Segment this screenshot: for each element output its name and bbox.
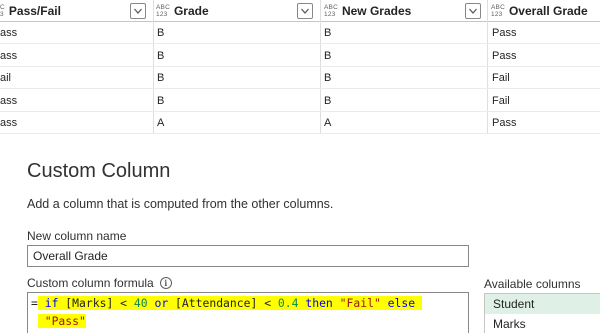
type-any-icon[interactable]: ABC 123: [156, 4, 170, 18]
cell-new-grades[interactable]: B: [324, 90, 484, 112]
column-header-pass-fail[interactable]: C 3 Pass/Fail: [0, 0, 152, 22]
formula-keyword-or: or: [154, 296, 169, 310]
type-any-icon[interactable]: C 3: [0, 4, 5, 18]
formula-line-2[interactable]: "Pass": [31, 313, 86, 329]
formula-equals: =: [31, 296, 38, 310]
custom-formula-label-row: Custom column formula i: [27, 276, 172, 290]
table-row[interactable]: ail B B Fail: [0, 67, 600, 89]
chevron-down-icon: [301, 8, 309, 14]
cell-overall-grade[interactable]: Fail: [492, 67, 600, 89]
type-any-icon[interactable]: ABC 123: [491, 4, 505, 18]
formula-keyword-if: if: [44, 296, 59, 310]
dialog-description: Add a column that is computed from the o…: [27, 197, 334, 211]
chevron-down-icon: [134, 8, 142, 14]
column-header-label: Pass/Fail: [8, 4, 61, 18]
info-icon[interactable]: i: [159, 277, 172, 289]
table-row[interactable]: ass B B Fail: [0, 90, 600, 112]
cell-new-grades[interactable]: A: [324, 112, 484, 134]
column-header-label: Grade: [173, 4, 209, 18]
grid-header: C 3 Pass/Fail ABC 123 Grade ABC 123 New …: [0, 0, 600, 22]
cell-overall-grade[interactable]: Fail: [492, 90, 600, 112]
custom-formula-label: Custom column formula: [27, 276, 154, 290]
cell-grade[interactable]: A: [157, 112, 317, 134]
data-grid: C 3 Pass/Fail ABC 123 Grade ABC 123 New …: [0, 0, 600, 134]
new-column-name-input[interactable]: [27, 245, 469, 267]
cell-new-grades[interactable]: B: [324, 22, 484, 44]
new-column-name-label: New column name: [27, 229, 127, 243]
formula-string-fail: "Fail": [339, 296, 381, 310]
formula-field-marks: [Marks]: [65, 296, 114, 310]
column-header-label: Overall Grade: [508, 4, 588, 18]
cell-pass-fail[interactable]: ass: [0, 112, 150, 134]
cell-new-grades[interactable]: B: [324, 45, 484, 67]
available-columns-label: Available columns: [484, 277, 581, 291]
column-header-overall-grade[interactable]: ABC 123 Overall Grade: [491, 0, 600, 22]
formula-keyword-then: then: [305, 296, 333, 310]
cell-overall-grade[interactable]: Pass: [492, 22, 600, 44]
table-row[interactable]: ass B B Pass: [0, 22, 600, 44]
column-header-label: New Grades: [341, 4, 412, 18]
cell-grade[interactable]: B: [157, 67, 317, 89]
formula-string-pass: "Pass": [44, 314, 86, 328]
custom-formula-editor[interactable]: = if [Marks] < 40 or [Attendance] < 0.4 …: [27, 292, 469, 333]
cell-overall-grade[interactable]: Pass: [492, 112, 600, 134]
chevron-down-icon: [469, 8, 477, 14]
formula-operator: <: [264, 296, 272, 310]
formula-line-1[interactable]: = if [Marks] < 40 or [Attendance] < 0.4 …: [31, 295, 422, 311]
formula-field-attendance: [Attendance]: [175, 296, 258, 310]
table-row[interactable]: ass B B Pass: [0, 45, 600, 67]
column-header-new-grades[interactable]: ABC 123 New Grades: [324, 0, 486, 22]
cell-grade[interactable]: B: [157, 45, 317, 67]
cell-pass-fail[interactable]: ail: [0, 67, 150, 89]
dialog-title: Custom Column: [27, 160, 171, 182]
cell-grade[interactable]: B: [157, 90, 317, 112]
cell-pass-fail[interactable]: ass: [0, 45, 150, 67]
available-column-item[interactable]: Student: [485, 294, 600, 314]
formula-number: 40: [133, 296, 148, 310]
cell-grade[interactable]: B: [157, 22, 317, 44]
cell-pass-fail[interactable]: ass: [0, 22, 150, 44]
filter-dropdown-button[interactable]: [465, 3, 481, 19]
filter-dropdown-button[interactable]: [130, 3, 146, 19]
filter-dropdown-button[interactable]: [297, 3, 313, 19]
cell-new-grades[interactable]: B: [324, 67, 484, 89]
type-any-icon[interactable]: ABC 123: [324, 4, 338, 18]
table-row[interactable]: ass A A Pass: [0, 112, 600, 134]
column-header-grade[interactable]: ABC 123 Grade: [156, 0, 318, 22]
available-columns-list[interactable]: Student Marks: [484, 293, 600, 333]
cell-pass-fail[interactable]: ass: [0, 90, 150, 112]
formula-number: 0.4: [277, 296, 299, 310]
formula-operator: <: [120, 296, 128, 310]
cell-overall-grade[interactable]: Pass: [492, 45, 600, 67]
available-column-item[interactable]: Marks: [485, 314, 600, 333]
formula-keyword-else: else: [387, 296, 416, 310]
